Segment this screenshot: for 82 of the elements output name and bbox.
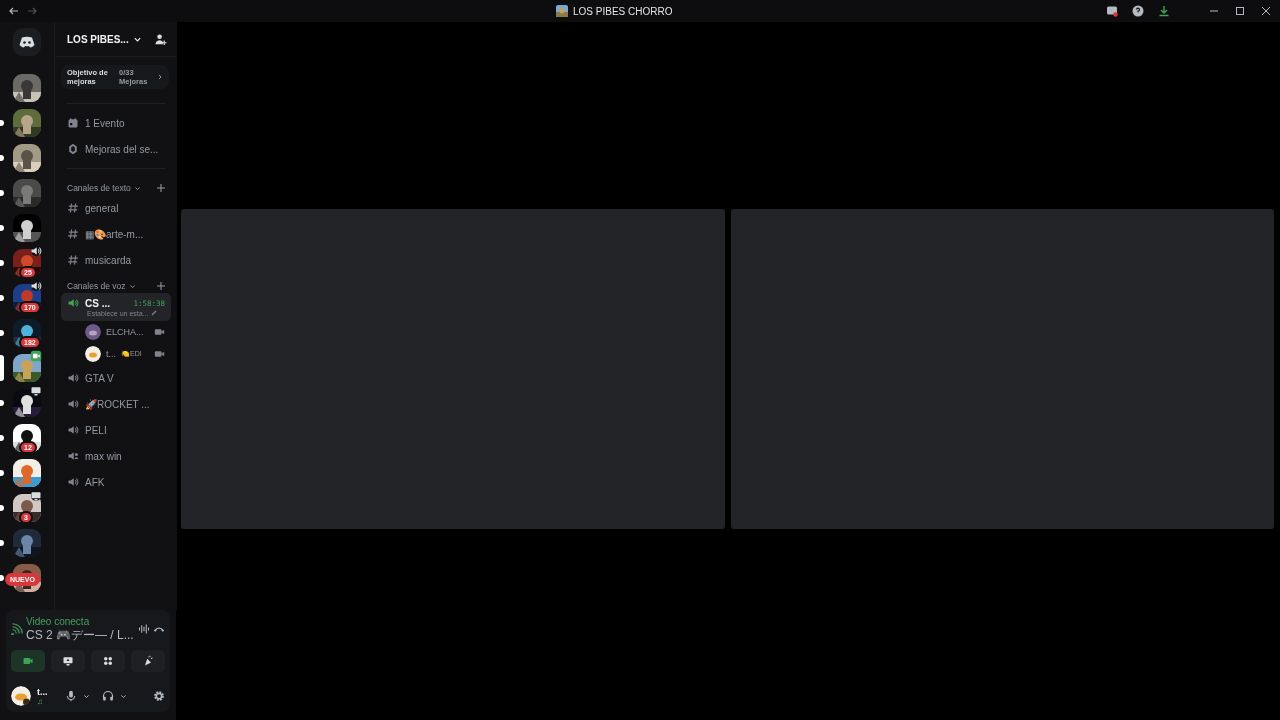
avatar [85, 346, 101, 362]
camera-icon [22, 655, 34, 667]
nav-link[interactable]: 1 Evento [85, 117, 125, 129]
screen-icon [30, 490, 42, 502]
stage-speaker-icon [67, 450, 79, 462]
server-icon[interactable] [13, 108, 41, 137]
server-icon[interactable] [13, 73, 41, 102]
camera-icon [154, 328, 165, 336]
camera-icon [154, 350, 165, 358]
username: t... [37, 686, 49, 697]
hash-icon [67, 228, 79, 240]
voice-channel-name[interactable]: CS 2 🎮デー― / L... [26, 628, 135, 642]
channel-item[interactable]: PELI [61, 417, 171, 443]
server-icon[interactable] [13, 353, 41, 382]
channel-item[interactable]: GTA V [61, 365, 171, 391]
chevron-down-icon[interactable] [120, 692, 127, 700]
maximize-icon[interactable] [1234, 5, 1246, 17]
category-header[interactable]: Canales de texto [67, 183, 131, 193]
speaker-icon [67, 398, 79, 410]
calendar-icon [67, 117, 79, 129]
member-name[interactable]: ELCHA... [106, 327, 144, 337]
connection-status: Video conecta [26, 616, 91, 627]
microphone-icon[interactable] [65, 690, 77, 702]
window-title: LOS PIBES CHORRO [573, 5, 673, 17]
avatar [85, 324, 101, 340]
status-note: ♫ [37, 696, 44, 706]
video-tile[interactable] [730, 209, 1274, 529]
hash-icon [67, 254, 79, 266]
category-header[interactable]: Canales de voz [67, 281, 126, 291]
voice-control-button[interactable] [131, 650, 165, 672]
download-icon[interactable] [1158, 5, 1170, 17]
server-name[interactable]: LOS PIBES... [67, 33, 129, 45]
inbox-icon[interactable] [1106, 5, 1118, 17]
nav-link[interactable]: Mejoras del se... [85, 143, 159, 155]
chevron-down-icon[interactable] [83, 692, 90, 700]
channel-item[interactable]: general [61, 195, 171, 221]
add-channel-icon[interactable] [157, 282, 165, 290]
server-icon[interactable] [13, 213, 41, 242]
channel-item[interactable]: AFK [61, 469, 171, 495]
waveform-icon[interactable] [138, 623, 150, 635]
voice-control-button[interactable] [51, 650, 85, 672]
screen-share-icon [62, 655, 74, 667]
controller-logo-icon [19, 36, 35, 48]
settings-icon[interactable] [153, 690, 165, 702]
video-tile[interactable] [181, 209, 725, 529]
channel-item[interactable]: max win [61, 443, 171, 469]
member-name[interactable]: t... [106, 349, 116, 359]
voice-control-button[interactable] [91, 650, 125, 672]
speaker-icon [67, 476, 79, 488]
boost-gem-icon [67, 143, 79, 155]
soundboard-icon [142, 655, 154, 667]
add-member-icon[interactable] [154, 32, 167, 46]
channel-item[interactable]: musicarda [61, 247, 171, 273]
channel-item[interactable]: ▦🎨arte-m... [61, 221, 171, 247]
speaker-icon [67, 372, 79, 384]
headphones-icon[interactable] [102, 690, 114, 702]
channel-item[interactable]: 🚀ROCKET ... [61, 391, 171, 417]
add-channel-icon[interactable] [157, 184, 165, 192]
grid-icon [102, 655, 114, 667]
server-icon[interactable] [13, 423, 41, 452]
signal-icon [11, 623, 23, 635]
speaker-icon [67, 297, 79, 309]
user-avatar[interactable] [11, 686, 31, 706]
speaker-icon [67, 424, 79, 436]
server-icon[interactable] [13, 458, 41, 487]
screen-icon [30, 385, 42, 397]
chevron-right-icon [158, 74, 163, 80]
server-icon[interactable] [13, 318, 41, 347]
speaker-icon [30, 280, 42, 292]
speaker-icon [30, 245, 42, 257]
chevron-down-icon [128, 282, 136, 290]
home-button[interactable] [13, 28, 41, 56]
pencil-icon [151, 310, 158, 316]
close-icon[interactable] [1260, 5, 1272, 17]
server-icon[interactable] [13, 388, 41, 417]
server-icon[interactable] [13, 143, 41, 172]
video-icon [30, 350, 42, 362]
hash-icon [67, 202, 79, 214]
voice-control-button[interactable] [11, 650, 45, 672]
back-arrow-icon[interactable] [8, 5, 20, 17]
help-icon[interactable] [1132, 5, 1144, 17]
chevron-down-icon [133, 184, 141, 192]
